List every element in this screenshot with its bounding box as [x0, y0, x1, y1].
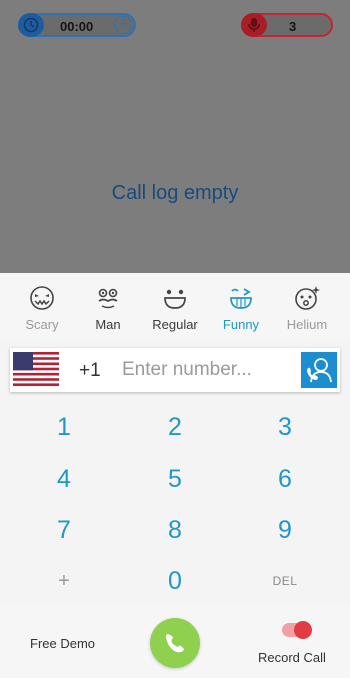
funny-face-icon: [230, 288, 252, 309]
effect-label: Scary: [25, 317, 59, 332]
scary-face-icon: [30, 286, 54, 310]
toggle-knob: [294, 621, 312, 639]
timer-text: 00:00: [60, 19, 94, 34]
add-time-icon[interactable]: +: [114, 16, 132, 34]
helium-face-icon: [295, 286, 320, 310]
effect-label: Regular: [152, 317, 198, 332]
key-1[interactable]: 1: [24, 405, 104, 449]
effect-man[interactable]: Man: [73, 285, 143, 332]
key-8[interactable]: 8: [135, 508, 215, 552]
key-9[interactable]: 9: [245, 508, 325, 552]
record-call-label: Record Call: [258, 650, 326, 665]
phone-number-input[interactable]: [122, 354, 292, 386]
effect-label: Helium: [286, 317, 328, 332]
call-log-area: 00:00 + 3 Call log empty: [0, 0, 350, 273]
phone-icon: [166, 634, 184, 653]
key-plus[interactable]: +: [24, 559, 104, 603]
contacts-icon: [307, 358, 332, 383]
call-log-empty-text: Call log empty: [111, 182, 239, 204]
contacts-button[interactable]: [301, 352, 337, 388]
dial-keypad: 1 2 3 4 5 6 7 8 9 + 0 DEL: [0, 400, 350, 604]
recordings-count: 3: [289, 19, 297, 34]
effect-scary[interactable]: Scary: [7, 285, 77, 332]
key-6[interactable]: 6: [245, 457, 325, 501]
effect-funny[interactable]: Funny: [206, 285, 276, 332]
regular-face-icon: [164, 289, 186, 309]
delete-button[interactable]: DEL: [245, 559, 325, 603]
key-2[interactable]: 2: [135, 405, 215, 449]
key-3[interactable]: 3: [245, 405, 325, 449]
record-call-toggle[interactable]: [282, 621, 312, 639]
clock-icon: [18, 13, 44, 37]
country-code[interactable]: +1: [79, 360, 101, 382]
effect-regular[interactable]: Regular: [140, 285, 210, 332]
key-5[interactable]: 5: [135, 457, 215, 501]
voice-effects-bar: Scary Man Regular Funny Helium: [0, 273, 350, 341]
bottom-action-bar: Free Demo Record Call: [0, 604, 350, 678]
free-demo-button[interactable]: Free Demo: [30, 636, 95, 651]
key-0[interactable]: 0: [135, 559, 215, 603]
effect-label: Funny: [222, 317, 260, 332]
us-flag-icon[interactable]: [13, 352, 59, 386]
number-entry-bar: +1: [10, 348, 340, 392]
timer-pill[interactable]: 00:00 +: [18, 13, 136, 37]
call-button[interactable]: [150, 618, 200, 668]
recordings-pill[interactable]: 3: [241, 13, 333, 37]
effect-helium[interactable]: Helium: [272, 285, 342, 332]
key-7[interactable]: 7: [24, 508, 104, 552]
key-4[interactable]: 4: [24, 457, 104, 501]
effect-label: Man: [95, 317, 121, 332]
microphone-icon: [241, 13, 267, 37]
man-face-icon: [98, 288, 118, 309]
